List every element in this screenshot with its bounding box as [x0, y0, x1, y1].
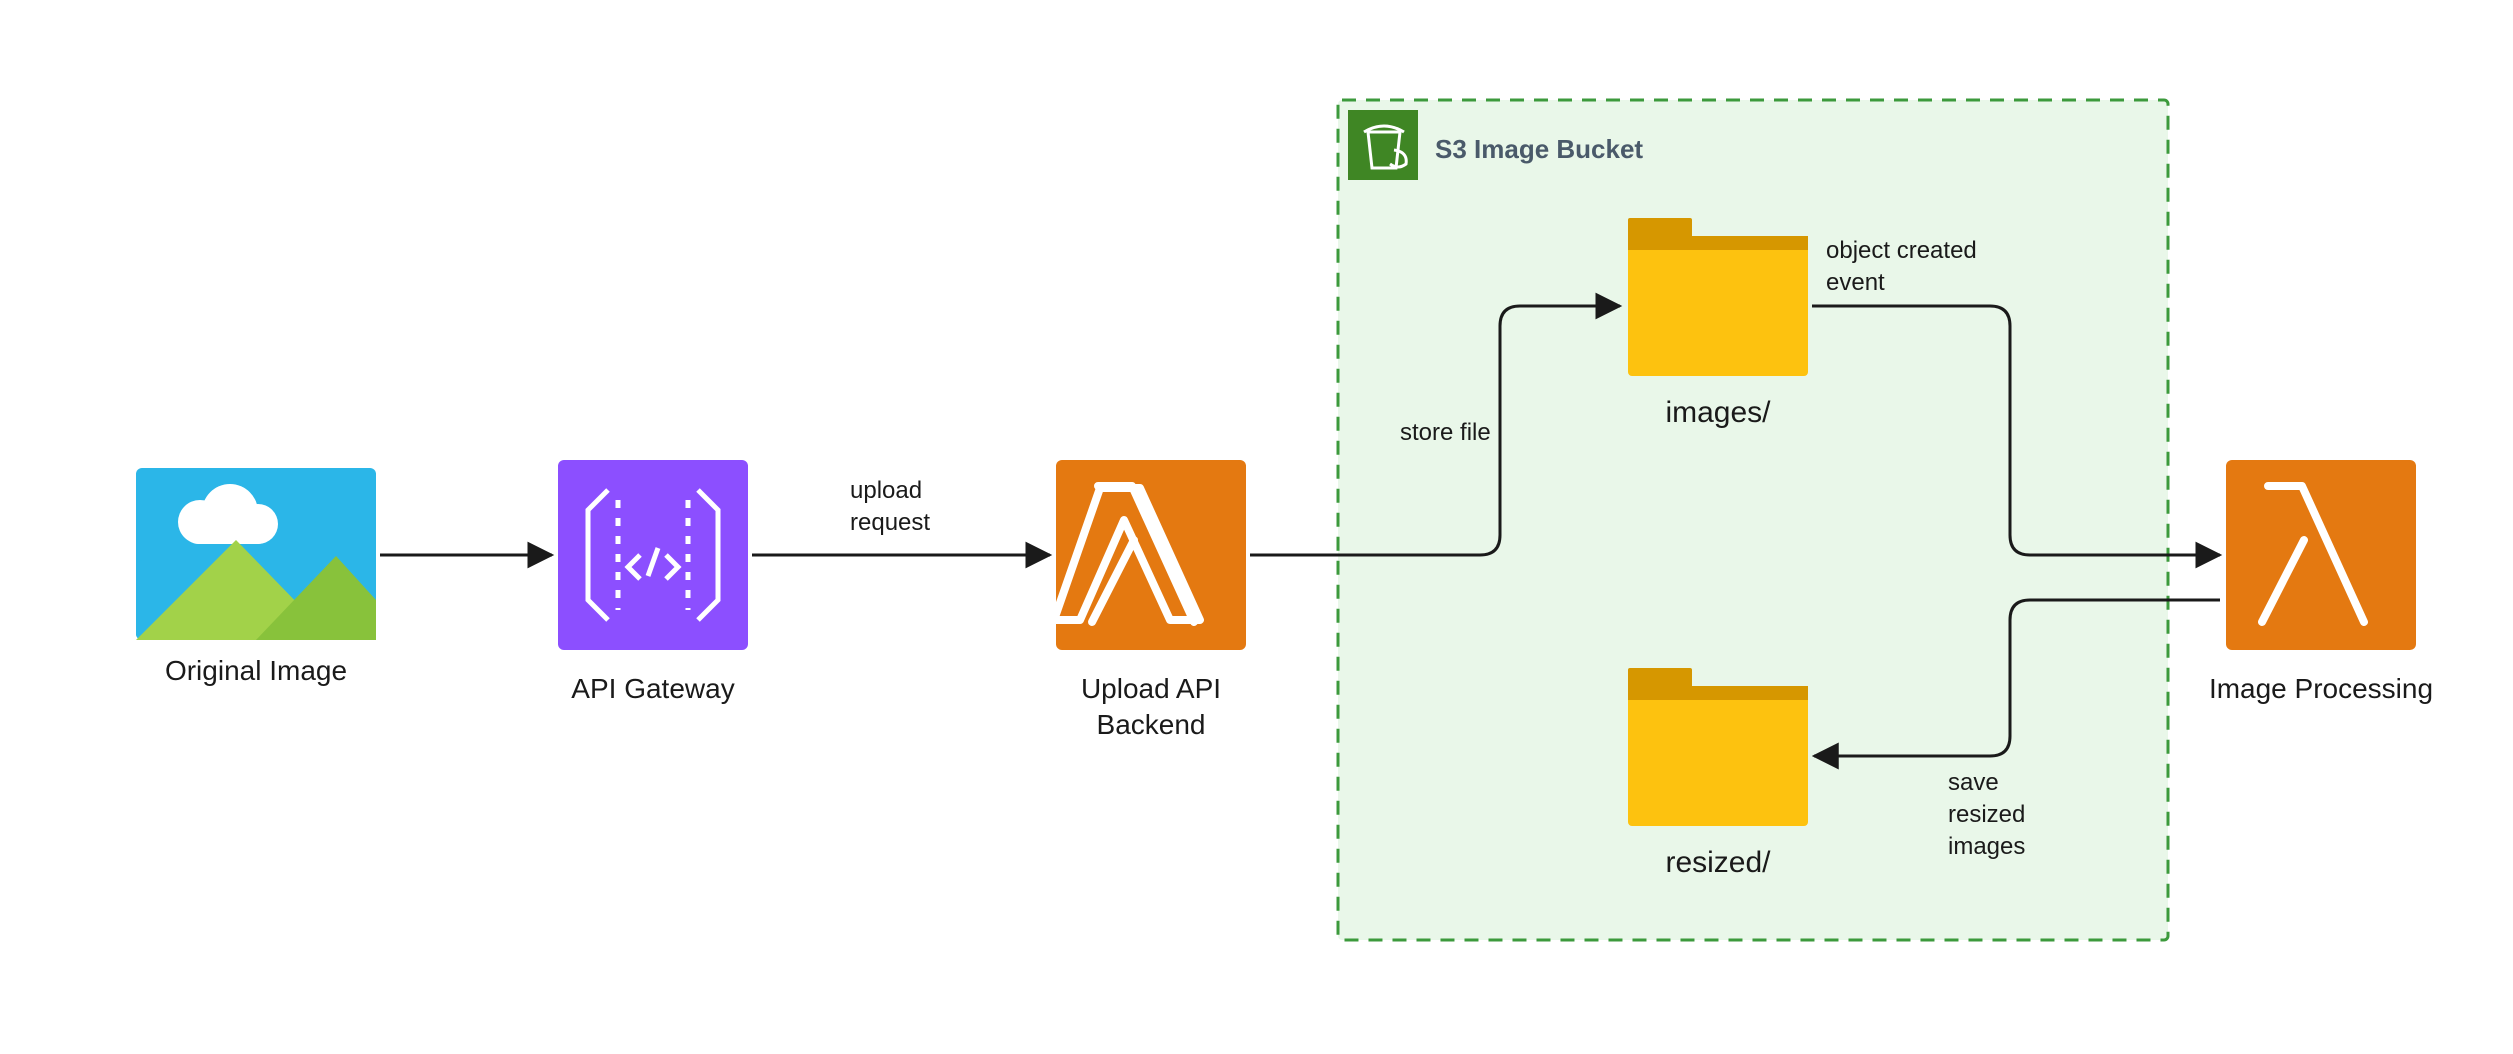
lambda-icon [1056, 460, 1246, 650]
edge-object-created-l1: object created [1826, 237, 1977, 264]
api-gateway-label: API Gateway [571, 673, 734, 704]
upload-backend-node: Upload API Backend [1054, 460, 1246, 740]
edge-save-resized-l3: images [1948, 833, 2025, 860]
folder-icon [1628, 218, 1808, 376]
image-icon [136, 468, 376, 640]
edge-upload-request-l1: upload [850, 477, 922, 504]
folder-resized-label: resized/ [1665, 846, 1771, 879]
edge-save-resized-l2: resized [1948, 801, 2025, 828]
edge-upload-request-l2: request [850, 509, 930, 536]
original-image-label: Original Image [165, 655, 347, 686]
lambda-icon [2226, 460, 2416, 650]
original-image-node: Original Image [136, 468, 376, 686]
s3-bucket-icon [1348, 110, 1418, 180]
api-gateway-node: API Gateway [558, 460, 748, 704]
upload-backend-label1: Upload API [1081, 673, 1221, 704]
edge-save-resized-l1: save [1948, 769, 1999, 796]
edge-object-created-l2: event [1826, 269, 1885, 296]
upload-backend-label2: Backend [1097, 709, 1206, 740]
edge-store-file: store file [1400, 419, 1491, 446]
architecture-diagram: S3 Image Bucket Original Image [0, 0, 2513, 1054]
image-processing-label: Image Processing [2209, 673, 2433, 704]
folder-images-label: images/ [1665, 396, 1771, 429]
folder-icon [1628, 668, 1808, 826]
s3-bucket-title: S3 Image Bucket [1435, 134, 1643, 164]
image-processing-node: Image Processing [2209, 460, 2433, 704]
